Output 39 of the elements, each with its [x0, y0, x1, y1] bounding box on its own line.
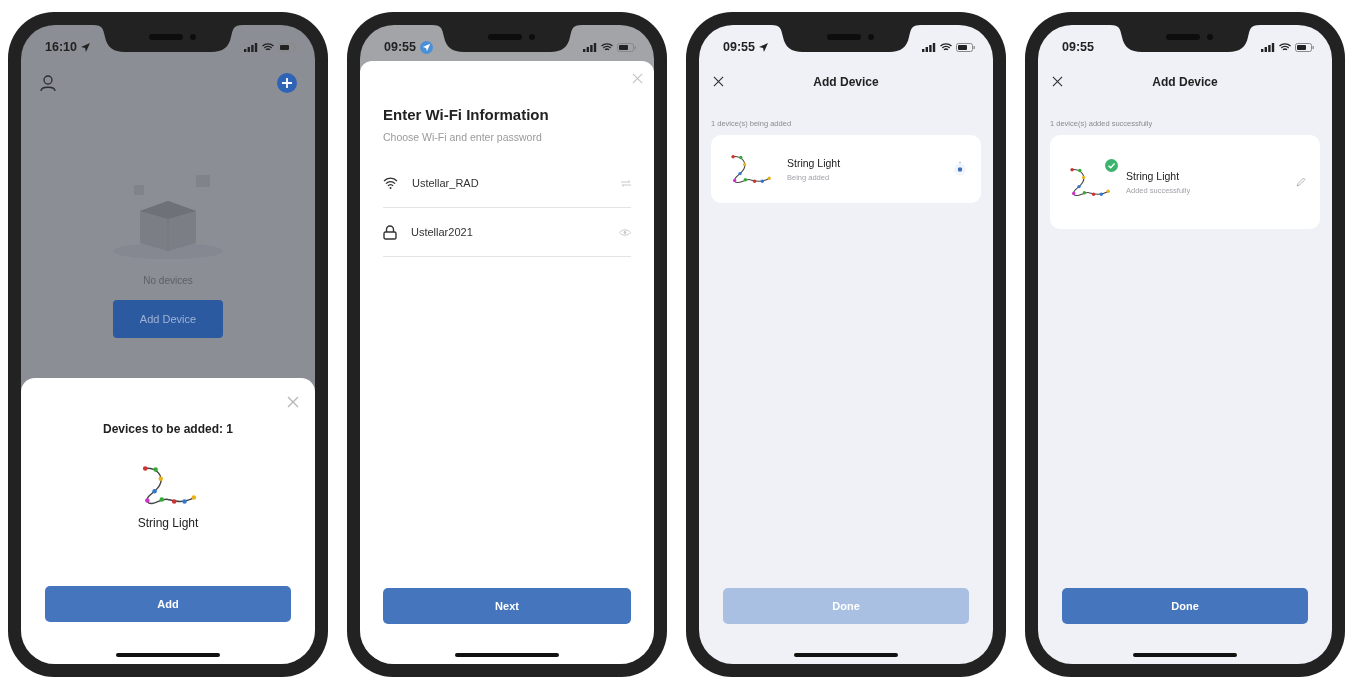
signal-icon: [922, 42, 936, 52]
sheet-title: Devices to be added: 1: [102, 422, 233, 436]
input-field[interactable]: Ustellar_RAD: [412, 177, 607, 189]
wifi-icon: [262, 42, 274, 52]
signal-icon: [244, 42, 258, 52]
wifi-icon: [940, 42, 952, 52]
form-subtitle: Choose Wi-Fi and enter password: [383, 131, 543, 143]
close-icon[interactable]: [713, 76, 724, 87]
status-time: 16:10: [45, 40, 77, 54]
user-icon[interactable]: [39, 74, 57, 92]
device-name: String Light: [787, 156, 842, 169]
edit-icon[interactable]: [1296, 177, 1306, 187]
add-button[interactable]: Add: [45, 586, 291, 622]
battery-icon: [278, 42, 297, 52]
add-icon[interactable]: [277, 73, 297, 93]
screen-title: Add Device: [813, 75, 879, 89]
status-time: 09:55: [1062, 40, 1094, 54]
signal-icon: [583, 42, 597, 52]
screen-title: Add Device: [1152, 75, 1218, 89]
battery-icon: [956, 42, 975, 52]
battery-icon: [1295, 42, 1314, 52]
status-time: 09:55: [723, 40, 755, 54]
close-icon[interactable]: [1052, 76, 1063, 87]
wifi-icon: [1279, 42, 1291, 52]
eye-icon[interactable]: [619, 228, 631, 236]
device-name: String Light: [1126, 169, 1181, 182]
wifi-icon: [601, 42, 613, 52]
done-button[interactable]: Done: [1062, 588, 1308, 624]
battery-icon: [617, 42, 636, 52]
next-button[interactable]: Next: [383, 588, 631, 624]
device-name: String Light: [137, 516, 199, 530]
input-field[interactable]: Ustellar2021: [411, 226, 605, 238]
swap-icon[interactable]: [621, 179, 631, 187]
lock-icon: [383, 224, 397, 240]
form-title: Enter Wi-Fi Information: [383, 106, 550, 123]
status-time: 09:55: [384, 40, 416, 54]
add-device-button[interactable]: Add Device: [113, 300, 223, 338]
signal-icon: [1261, 42, 1275, 52]
wifi-icon: [383, 177, 398, 189]
